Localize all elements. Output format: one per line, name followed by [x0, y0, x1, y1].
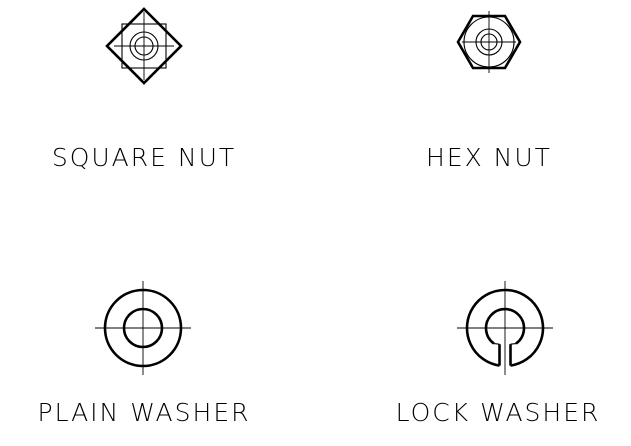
hex-nut-icon	[456, 11, 522, 73]
hex-nut-label: HEX NUT	[426, 143, 552, 172]
plain-washer-icon	[95, 281, 191, 375]
square-nut-icon	[105, 7, 183, 85]
lock-washer-icon	[457, 281, 553, 375]
plain-washer-label: PLAIN WASHER	[37, 398, 251, 427]
drawing-sheet: SQUARE NUT HEX NUT PLAIN WASHER LOCK WAS…	[0, 0, 631, 446]
lock-washer-label: LOCK WASHER	[395, 398, 601, 427]
square-nut-label: SQUARE NUT	[51, 143, 237, 172]
